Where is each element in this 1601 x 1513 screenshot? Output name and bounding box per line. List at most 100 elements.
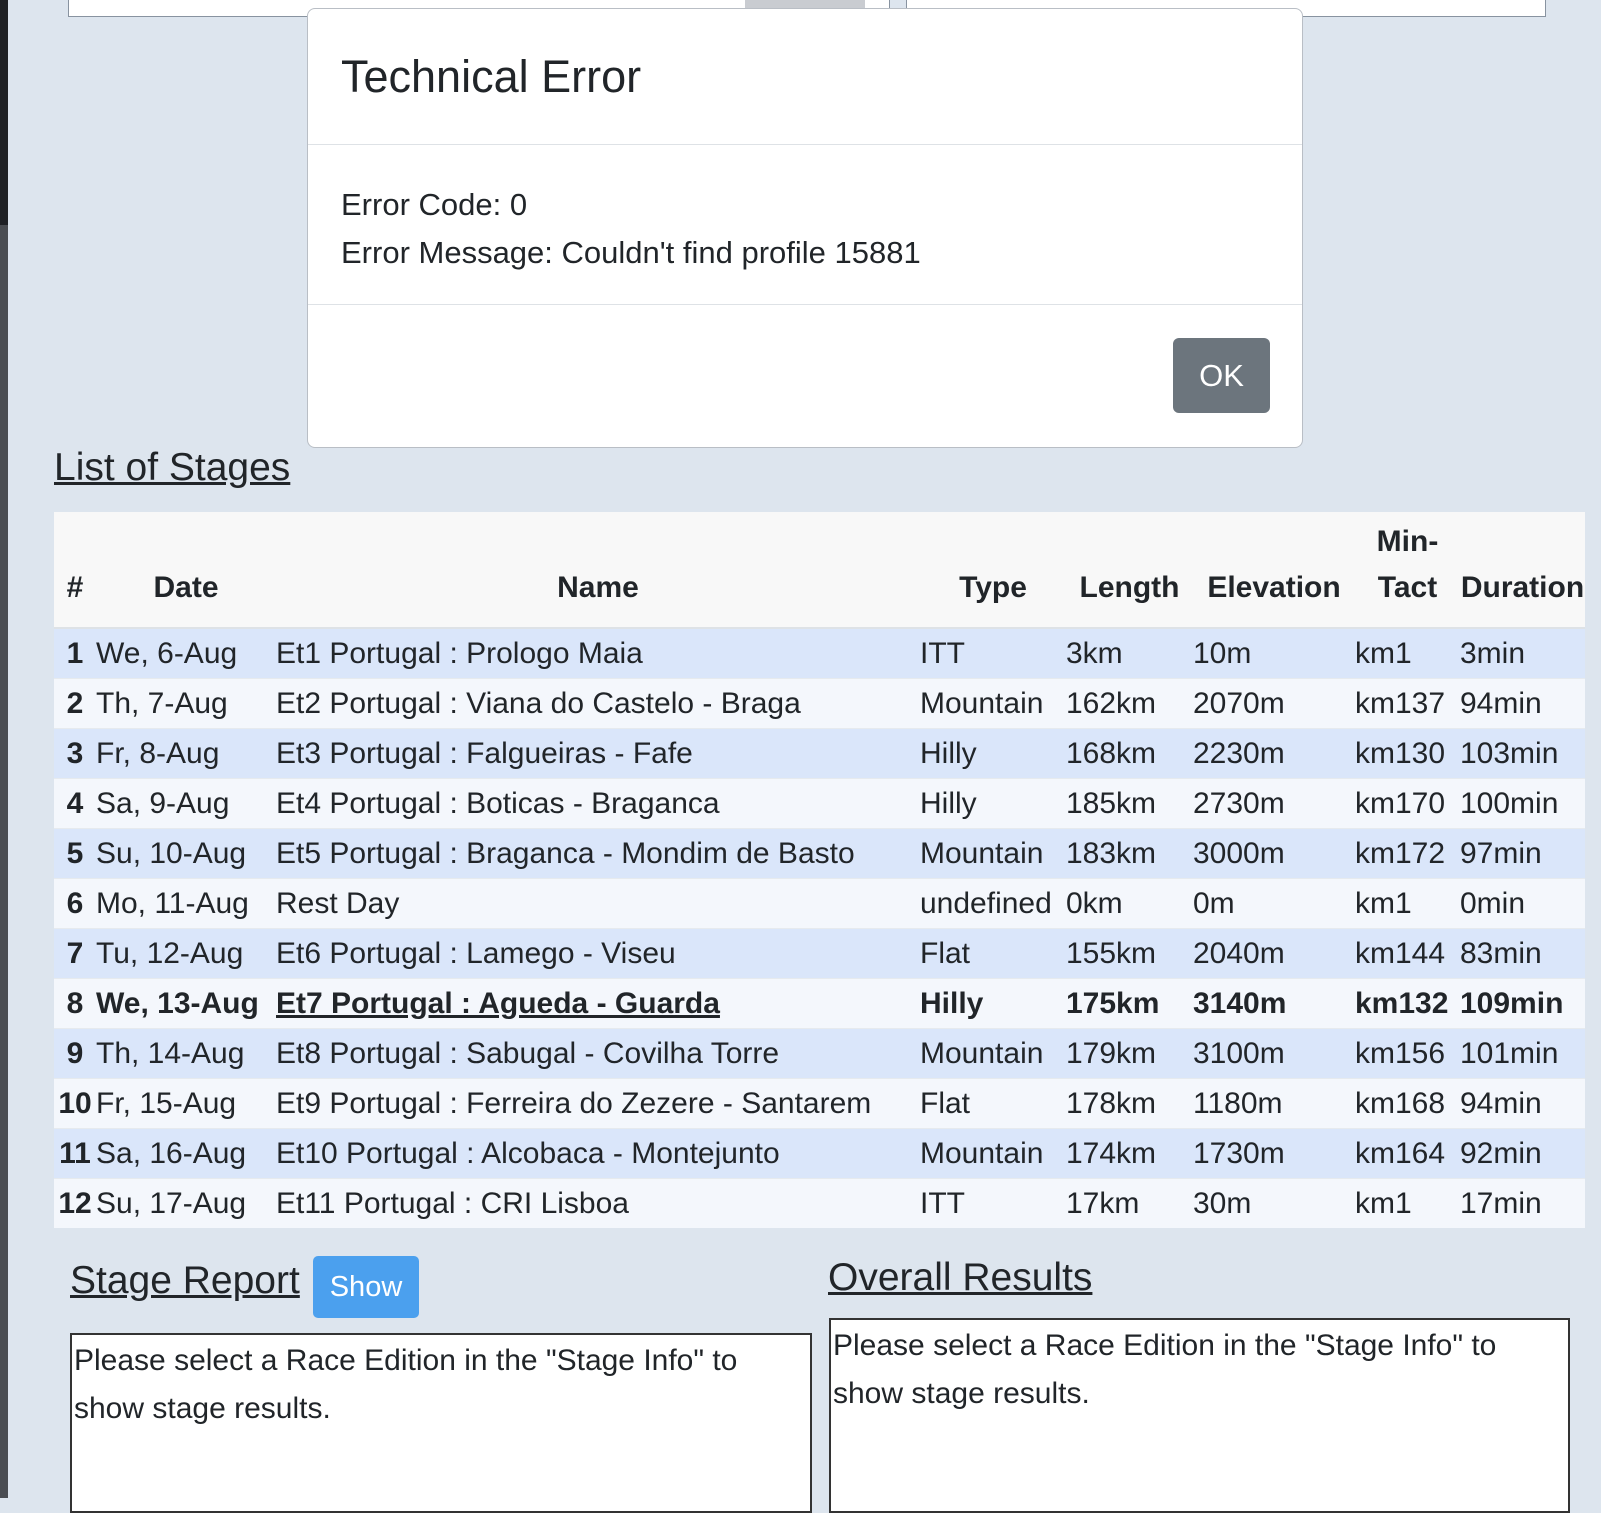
stage-name[interactable]: Et9 Portugal : Ferreira do Zezere - Sant…	[276, 1078, 920, 1129]
stage-elevation: 2040m	[1193, 928, 1355, 979]
stage-row[interactable]: 10 Fr, 15-Aug Et9 Portugal : Ferreira do Z…	[54, 1078, 1585, 1129]
column-header-name[interactable]: Name	[276, 512, 920, 629]
ok-button[interactable]: OK	[1173, 338, 1270, 413]
stage-number: 2	[54, 678, 96, 729]
column-header-elevation[interactable]: Elevation	[1193, 512, 1355, 629]
stage-name[interactable]: Et4 Portugal : Boticas - Braganca	[276, 778, 920, 829]
stage-elevation: 10m	[1193, 627, 1355, 679]
stage-number: 7	[54, 928, 96, 979]
stage-date: Mo, 11-Aug	[96, 878, 276, 929]
stage-row[interactable]: 8 We, 13-Aug Et7 Portugal : Agueda - Guard…	[54, 978, 1585, 1029]
column-header-number[interactable]: #	[54, 512, 96, 629]
stage-type: Mountain	[920, 1028, 1066, 1079]
stage-duration: 0min	[1460, 878, 1585, 929]
stages-table-wrapper: # Date Name Type Length Elevation Min- T…	[54, 512, 1585, 1228]
column-header-date[interactable]: Date	[96, 512, 276, 629]
stage-name[interactable]: Et6 Portugal : Lamego - Viseu	[276, 928, 920, 979]
stage-date: Tu, 12-Aug	[96, 928, 276, 979]
stage-min-tact: km164	[1355, 1128, 1460, 1179]
stage-duration: 83min	[1460, 928, 1585, 979]
stage-duration: 92min	[1460, 1128, 1585, 1179]
stage-type: Mountain	[920, 828, 1066, 879]
stage-date: Su, 17-Aug	[96, 1178, 276, 1228]
stage-name[interactable]: Et1 Portugal : Prologo Maia	[276, 627, 920, 679]
show-button[interactable]: Show	[313, 1256, 419, 1318]
error-message-text: Error Message: Couldn't find profile 158…	[341, 235, 921, 270]
stage-number: 4	[54, 778, 96, 829]
stage-row[interactable]: 3 Fr, 8-Aug Et3 Portugal : Falgueiras - Fa…	[54, 728, 1585, 779]
stage-duration: 97min	[1460, 828, 1585, 879]
stage-length: 162km	[1066, 678, 1193, 729]
stage-type: undefined	[920, 878, 1066, 929]
stage-duration: 103min	[1460, 728, 1585, 779]
stage-row[interactable]: 7 Tu, 12-Aug Et6 Portugal : Lamego - Viseu…	[54, 928, 1585, 979]
stage-date: Th, 7-Aug	[96, 678, 276, 729]
stage-row[interactable]: 1 We, 6-Aug Et1 Portugal : Prologo Maia ITT…	[54, 627, 1585, 679]
stage-number: 3	[54, 728, 96, 779]
stage-row[interactable]: 2 Th, 7-Aug Et2 Portugal : Viana do Castel…	[54, 678, 1585, 729]
stage-type: Hilly	[920, 978, 1066, 1029]
stage-min-tact: km1	[1355, 627, 1460, 679]
column-header-duration[interactable]: Duration	[1460, 512, 1585, 629]
column-header-length[interactable]: Length	[1066, 512, 1193, 629]
stage-duration: 101min	[1460, 1028, 1585, 1079]
stage-row[interactable]: 4 Sa, 9-Aug Et4 Portugal : Boticas - Braga…	[54, 778, 1585, 829]
stages-heading[interactable]: List of Stages	[54, 446, 290, 490]
stage-min-tact: km1	[1355, 1178, 1460, 1228]
stage-elevation: 3000m	[1193, 828, 1355, 879]
stage-type: ITT	[920, 627, 1066, 679]
stage-elevation: 2230m	[1193, 728, 1355, 779]
stage-number: 5	[54, 828, 96, 879]
stage-row[interactable]: 6 Mo, 11-Aug Rest Day undefined 0km 0m km1 0min	[54, 878, 1585, 929]
stage-report-heading[interactable]: Stage Report	[70, 1259, 300, 1303]
stage-duration: 17min	[1460, 1178, 1585, 1228]
stage-length: 174km	[1066, 1128, 1193, 1179]
stage-date: Sa, 9-Aug	[96, 778, 276, 829]
stage-row[interactable]: 5 Su, 10-Aug Et5 Portugal : Braganca - Mon…	[54, 828, 1585, 879]
stage-length: 178km	[1066, 1078, 1193, 1129]
stage-row[interactable]: 9 Th, 14-Aug Et8 Portugal : Sabugal - Covi…	[54, 1028, 1585, 1079]
stage-row[interactable]: 12 Su, 17-Aug Et11 Portugal : CRI Lisboa IT…	[54, 1178, 1585, 1228]
stage-name[interactable]: Et2 Portugal : Viana do Castelo - Braga	[276, 678, 920, 729]
stage-length: 0km	[1066, 878, 1193, 929]
stages-table: # Date Name Type Length Elevation Min- T…	[54, 512, 1585, 1228]
modal-footer: OK	[308, 305, 1302, 447]
error-code-text: Error Code: 0	[341, 187, 528, 222]
stage-name[interactable]: Et8 Portugal : Sabugal - Covilha Torre	[276, 1028, 920, 1079]
stage-date: We, 13-Aug	[96, 978, 276, 1029]
stage-elevation: 1730m	[1193, 1128, 1355, 1179]
stage-name[interactable]: Rest Day	[276, 878, 920, 929]
stage-min-tact: km168	[1355, 1078, 1460, 1129]
stage-number: 9	[54, 1028, 96, 1079]
stage-name[interactable]: Et11 Portugal : CRI Lisboa	[276, 1178, 920, 1228]
stage-date: Th, 14-Aug	[96, 1028, 276, 1079]
stage-type: Hilly	[920, 728, 1066, 779]
stage-name[interactable]: Et5 Portugal : Braganca - Mondim de Bast…	[276, 828, 920, 879]
stage-row[interactable]: 11 Sa, 16-Aug Et10 Portugal : Alcobaca - M…	[54, 1128, 1585, 1179]
stages-table-body: 1 We, 6-Aug Et1 Portugal : Prologo Maia ITT…	[54, 627, 1585, 1228]
stage-name[interactable]: Et10 Portugal : Alcobaca - Montejunto	[276, 1128, 920, 1179]
stage-length: 3km	[1066, 627, 1193, 679]
stage-name[interactable]: Et3 Portugal : Falgueiras - Fafe	[276, 728, 920, 779]
stage-date: Fr, 15-Aug	[96, 1078, 276, 1129]
stage-length: 168km	[1066, 728, 1193, 779]
stage-min-tact: km137	[1355, 678, 1460, 729]
modal-header: Technical Error	[308, 9, 1302, 145]
stage-elevation: 3140m	[1193, 978, 1355, 1029]
error-modal: Technical Error Error Code: 0 Error Mess…	[307, 8, 1303, 448]
stage-min-tact: km1	[1355, 878, 1460, 929]
stage-elevation: 1180m	[1193, 1078, 1355, 1129]
stage-length: 17km	[1066, 1178, 1193, 1228]
stage-number: 12	[54, 1178, 96, 1228]
column-header-type[interactable]: Type	[920, 512, 1066, 629]
stage-min-tact: km144	[1355, 928, 1460, 979]
stage-name[interactable]: Et7 Portugal : Agueda - Guarda	[276, 978, 920, 1029]
modal-title: Technical Error	[341, 50, 642, 102]
stage-length: 179km	[1066, 1028, 1193, 1079]
stage-type: Flat	[920, 928, 1066, 979]
stage-type: Mountain	[920, 678, 1066, 729]
stage-elevation: 0m	[1193, 878, 1355, 929]
stage-type: ITT	[920, 1178, 1066, 1228]
column-header-min-tact[interactable]: Min- Tact	[1355, 512, 1460, 629]
overall-results-heading[interactable]: Overall Results	[828, 1256, 1092, 1300]
